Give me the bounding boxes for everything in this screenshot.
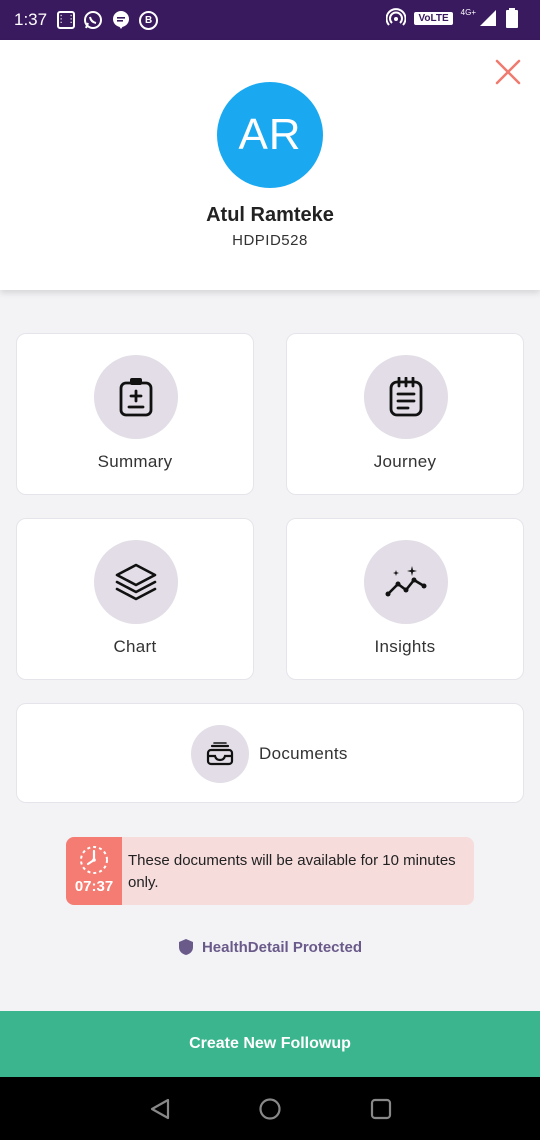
documents-icon-circle — [191, 725, 249, 783]
notepad-icon — [389, 377, 423, 417]
network-type: 4G+ — [460, 7, 476, 17]
chart-icon-circle — [94, 540, 178, 624]
close-icon[interactable] — [494, 58, 522, 86]
insights-label: Insights — [374, 637, 436, 656]
summary-tile[interactable]: Summary — [16, 333, 254, 495]
protected-badge: HealthDetail Protected — [0, 938, 540, 956]
navigation-bar — [0, 1077, 540, 1140]
b-app-icon: B — [139, 10, 159, 30]
chart-label: Chart — [113, 637, 157, 656]
status-time: 1:37 — [14, 10, 48, 29]
whatsapp-icon — [84, 11, 103, 29]
notice-message: These documents will be available for 10… — [128, 852, 456, 891]
home-icon[interactable] — [258, 1097, 282, 1121]
availability-notice: 07:37 These documents will be available … — [66, 837, 474, 905]
countdown-time: 07:37 — [74, 878, 114, 895]
insights-tile[interactable]: Insights — [286, 518, 524, 680]
trend-sparkle-icon — [385, 566, 427, 597]
patient-header: AR Atul Ramteke HDPID528 — [0, 40, 540, 290]
battery-icon — [506, 8, 518, 28]
hotspot-icon — [386, 8, 407, 26]
countdown-timer: 07:37 — [66, 837, 122, 905]
insights-icon-circle — [364, 540, 448, 624]
system-icons: VoLTE 4G+ — [386, 8, 518, 28]
create-followup-button[interactable]: Create New Followup — [0, 1011, 540, 1077]
inbox-tray-icon — [206, 742, 234, 766]
protected-text: HealthDetail Protected — [201, 938, 363, 956]
app-grid-icon: ⋮⋮ — [56, 11, 76, 29]
notification-icons: ⋮⋮ B — [56, 10, 159, 30]
recents-icon[interactable] — [369, 1097, 393, 1121]
clipboard-plus-icon — [119, 378, 153, 417]
back-icon[interactable] — [148, 1097, 172, 1121]
documents-label: Documents — [259, 744, 348, 763]
shield-icon — [178, 939, 193, 955]
layers-icon — [115, 563, 157, 601]
summary-icon-circle — [94, 355, 178, 439]
status-bar: 1:37 ⋮⋮ B VoLTE 4G+ — [0, 0, 540, 40]
message-icon — [113, 11, 130, 29]
documents-tile[interactable]: Documents — [16, 703, 524, 803]
journey-tile[interactable]: Journey — [286, 333, 524, 495]
chart-tile[interactable]: Chart — [16, 518, 254, 680]
signal-icon — [480, 10, 496, 26]
patient-name: Atul Ramteke — [206, 204, 334, 226]
volte-badge: VoLTE — [414, 11, 453, 25]
summary-label: Summary — [97, 452, 173, 471]
patient-id: HDPID528 — [232, 232, 308, 249]
timer-clock-icon — [80, 846, 108, 874]
avatar: AR — [217, 82, 323, 188]
journey-icon-circle — [364, 355, 448, 439]
journey-label: Journey — [373, 452, 437, 471]
